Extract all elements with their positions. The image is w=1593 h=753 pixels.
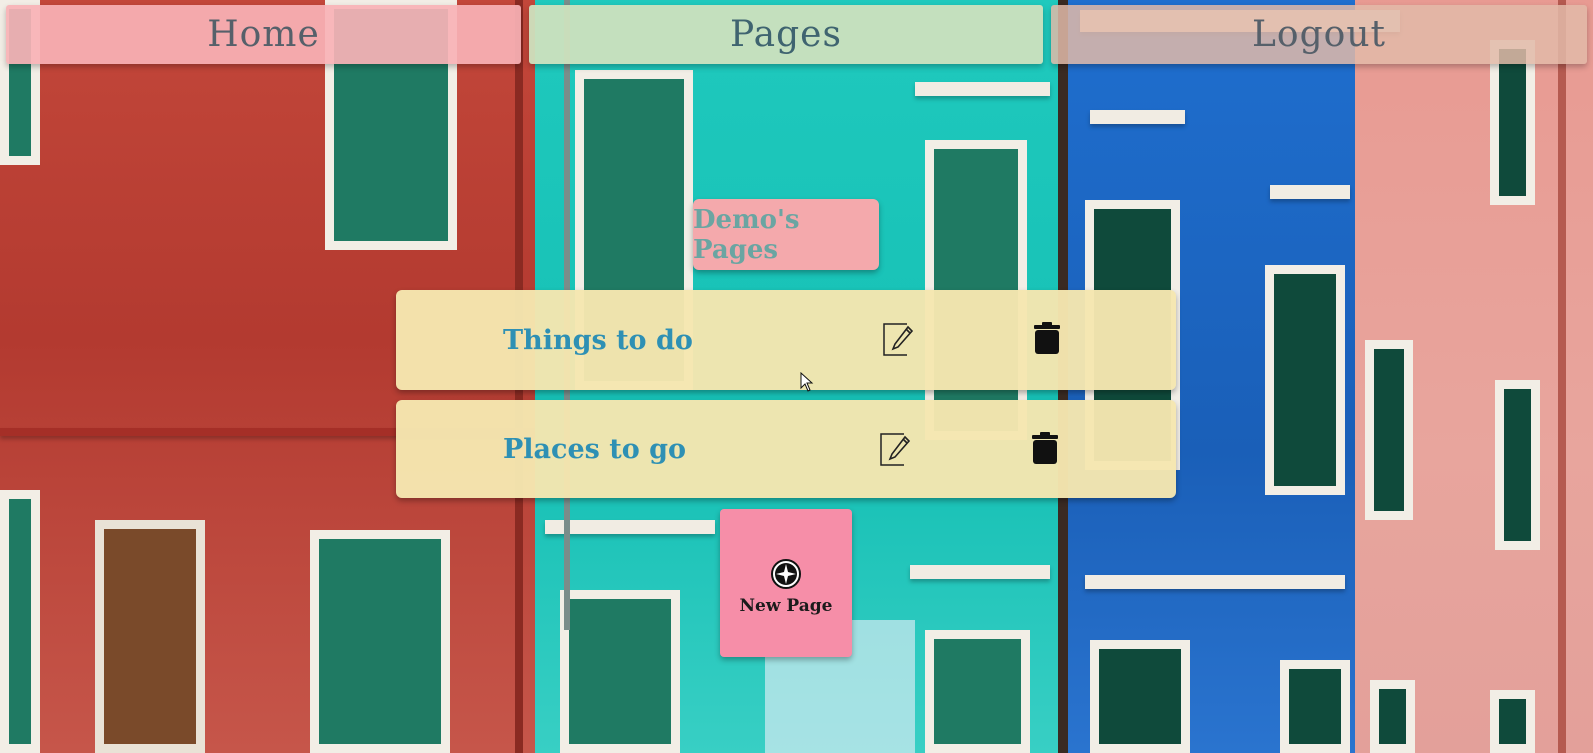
new-page-label: New Page (739, 596, 833, 616)
page-row: Things to do (396, 290, 1176, 390)
new-page-button[interactable]: New Page (720, 509, 852, 657)
window (1280, 660, 1350, 753)
ledge (1085, 575, 1345, 589)
window (1490, 690, 1535, 753)
nav-pages-label: Pages (730, 14, 842, 55)
page-title: Demo's Pages (693, 199, 879, 270)
window (1265, 265, 1345, 495)
cornice (1090, 110, 1185, 124)
page-row: Places to go (396, 400, 1176, 498)
cornice (915, 82, 1050, 96)
window (925, 630, 1030, 753)
page-title-link[interactable]: Things to do (503, 290, 693, 390)
page-title-link[interactable]: Places to go (503, 400, 686, 498)
nav-logout-button[interactable]: Logout (1051, 5, 1587, 64)
cornice (545, 520, 715, 534)
edit-icon[interactable] (879, 431, 913, 467)
mouse-cursor-icon (800, 372, 814, 392)
plus-circle-icon (771, 559, 801, 589)
window (1370, 680, 1415, 753)
door (95, 520, 205, 753)
nav-home-label: Home (207, 14, 320, 55)
window (1495, 380, 1540, 550)
cornice (910, 565, 1050, 579)
drain-pipe (1558, 0, 1566, 753)
window (1490, 40, 1535, 205)
window (310, 530, 450, 753)
trash-icon[interactable] (1030, 431, 1064, 467)
nav-logout-label: Logout (1252, 14, 1386, 55)
window (0, 490, 40, 753)
window (1365, 340, 1413, 520)
nav-home-button[interactable]: Home (6, 5, 521, 64)
window (560, 590, 680, 753)
nav-pages-button[interactable]: Pages (529, 5, 1043, 64)
cornice (1270, 185, 1350, 199)
window (1090, 640, 1190, 753)
edit-icon[interactable] (882, 321, 916, 357)
trash-icon[interactable] (1032, 321, 1066, 357)
